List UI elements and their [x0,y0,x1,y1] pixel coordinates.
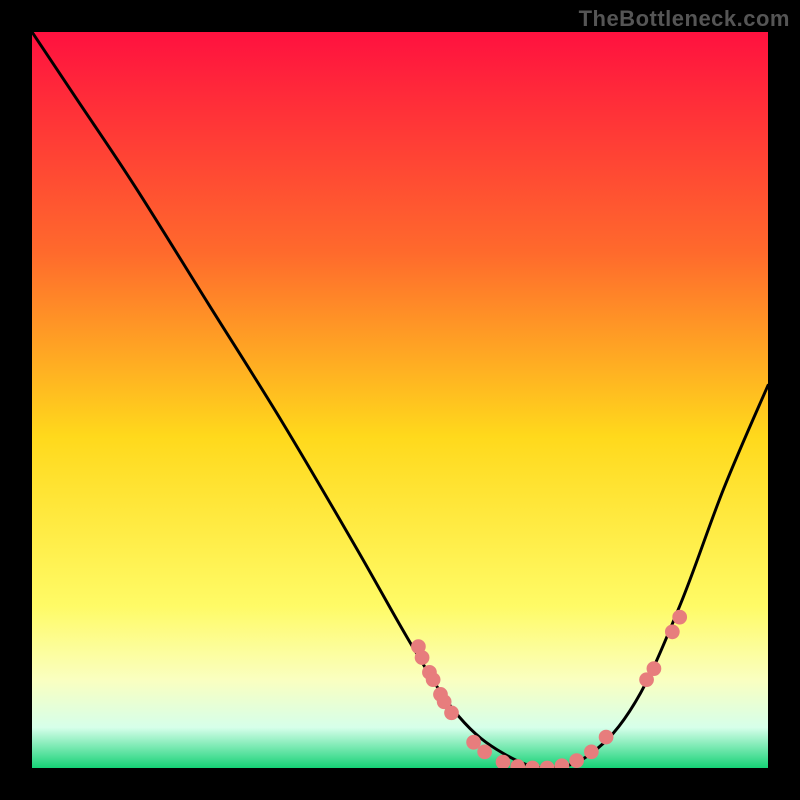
plot-area [32,32,768,768]
scatter-point [672,610,687,625]
scatter-point [426,672,441,687]
scatter-point [569,753,584,768]
watermark-text: TheBottleneck.com [579,6,790,32]
scatter-point [665,624,680,639]
scatter-point [647,661,662,676]
scatter-point [466,735,481,750]
scatter-point [584,744,599,759]
chart-frame: TheBottleneck.com [0,0,800,800]
chart-svg [32,32,768,768]
scatter-point [599,730,614,745]
scatter-point [444,705,459,720]
scatter-point [477,744,492,759]
scatter-point [415,650,430,665]
